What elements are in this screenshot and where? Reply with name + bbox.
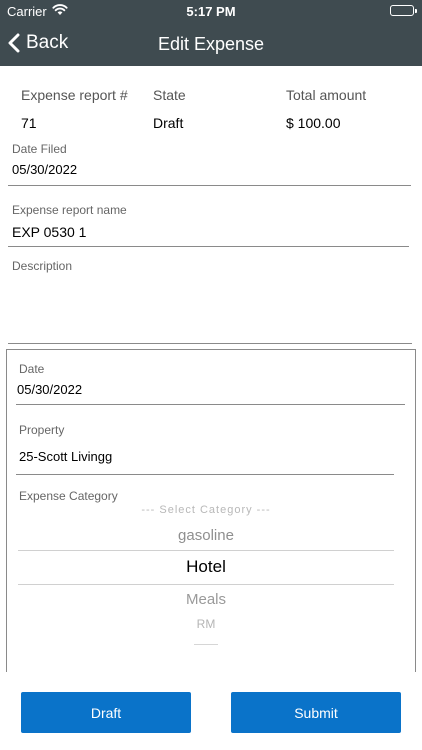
property-underline <box>16 474 394 475</box>
picker-option[interactable]: Meals <box>18 591 394 608</box>
property-field[interactable]: 25-Scott Livingg <box>19 449 112 464</box>
line-date-field[interactable]: 05/30/2022 <box>17 382 82 397</box>
picker-selection-top <box>18 550 394 551</box>
picker-option[interactable]: RM <box>18 617 394 631</box>
back-button[interactable]: Back <box>8 32 68 54</box>
picker-option-faded <box>18 636 394 646</box>
date-filed-field[interactable]: 05/30/2022 <box>12 162 77 177</box>
status-bar: Carrier 5:17 PM <box>0 0 422 22</box>
picker-option[interactable]: --- Select Category --- <box>18 504 394 516</box>
picker-option[interactable]: gasoline <box>18 527 394 544</box>
property-label: Property <box>19 423 65 437</box>
description-input[interactable] <box>8 276 412 342</box>
nav-bar: Back Edit Expense <box>0 22 422 66</box>
report-name-label: Expense report name <box>12 203 127 217</box>
total-amount-value: $ 100.00 <box>286 115 341 131</box>
date-filed-underline <box>8 185 411 186</box>
draft-button[interactable]: Draft <box>21 692 191 733</box>
state-label: State <box>153 87 186 103</box>
back-label: Back <box>26 32 69 53</box>
picker-selection-bottom <box>18 584 394 585</box>
chevron-left-icon <box>8 33 20 53</box>
expense-category-label: Expense Category <box>19 489 118 503</box>
report-name-underline <box>8 246 409 247</box>
report-name-field[interactable]: EXP 0530 1 <box>12 224 86 240</box>
battery-icon <box>390 5 417 16</box>
description-label: Description <box>12 259 73 273</box>
description-underline <box>8 343 412 344</box>
report-number-value: 71 <box>21 115 37 131</box>
date-filed-label: Date Filed <box>12 142 67 156</box>
submit-button[interactable]: Submit <box>231 692 401 733</box>
picker-option-selected[interactable]: Hotel <box>18 557 394 577</box>
line-date-underline <box>16 404 405 405</box>
status-time: 5:17 PM <box>186 4 236 19</box>
state-value: Draft <box>153 115 184 131</box>
total-amount-label: Total amount <box>286 87 367 103</box>
line-date-label: Date <box>19 362 45 376</box>
report-number-label: Expense report # <box>21 87 128 103</box>
